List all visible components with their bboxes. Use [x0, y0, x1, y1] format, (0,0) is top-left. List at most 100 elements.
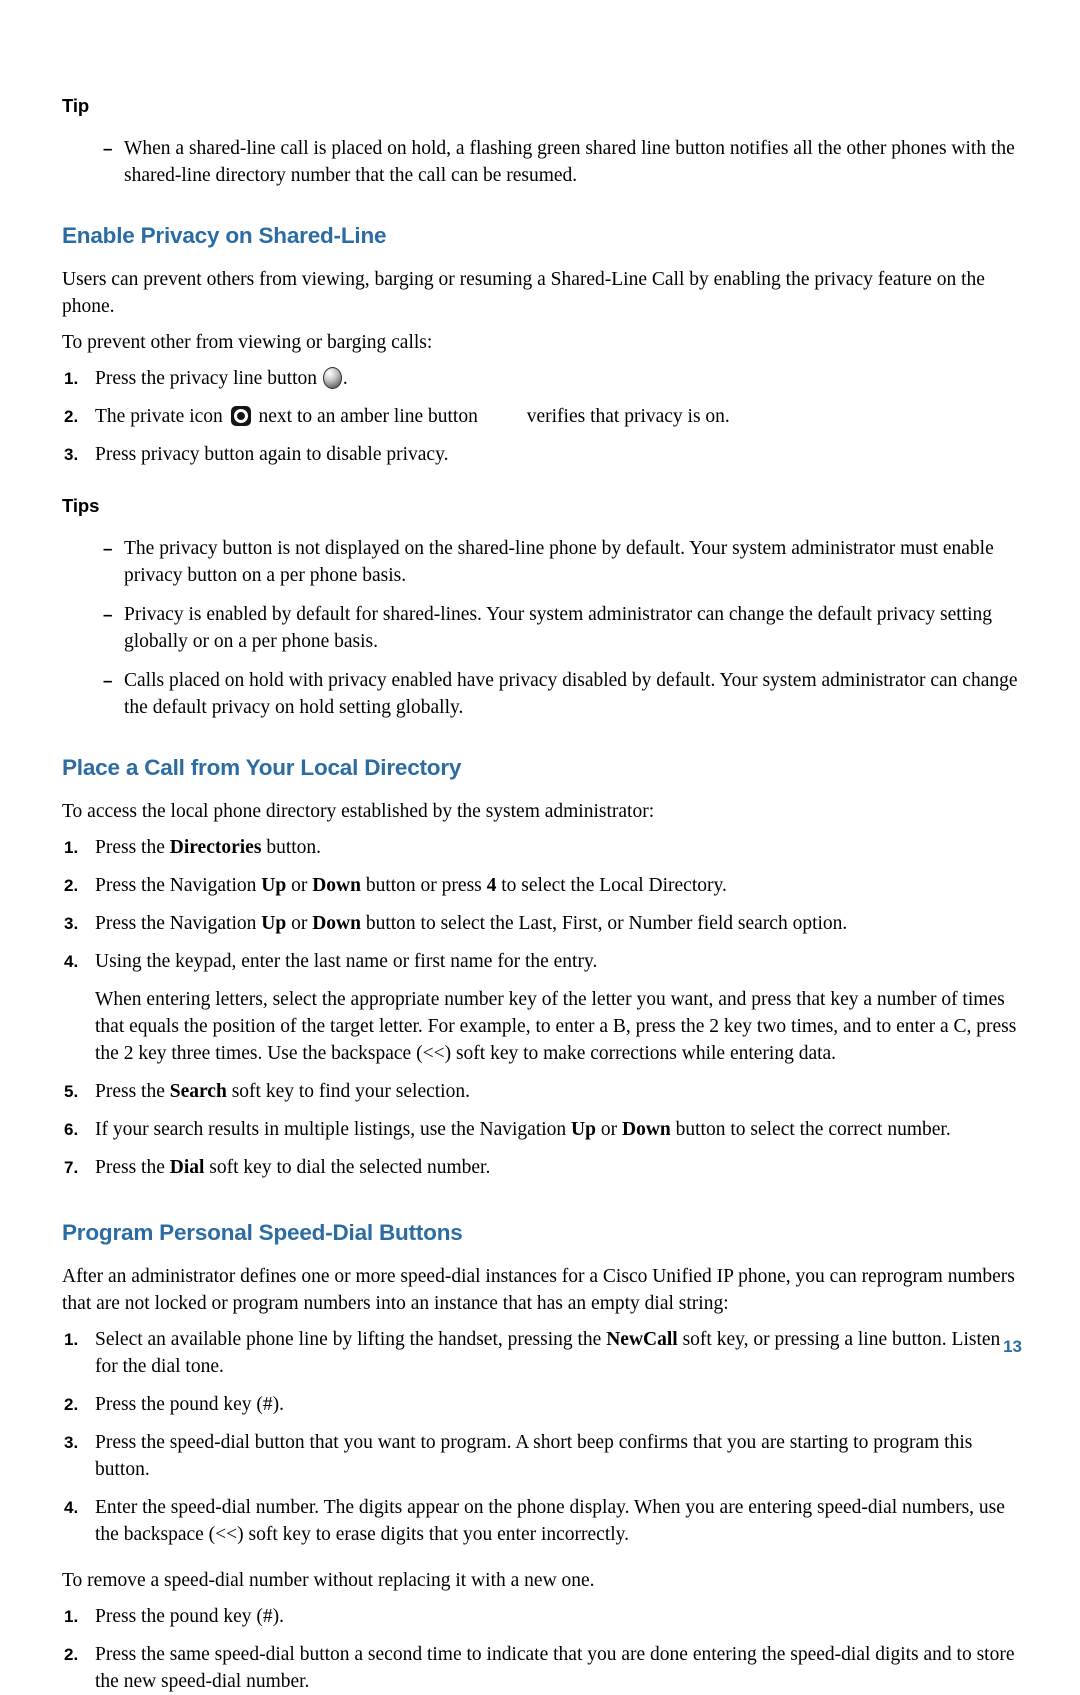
privacy-lead-in: To prevent other from viewing or barging… [62, 332, 433, 353]
privacy-steps: 1. Press the privacy line button . 2. Th… [62, 365, 1022, 468]
emphasis-text: Search [169, 1081, 227, 1102]
page-number: 13 [1003, 1337, 1022, 1356]
step-number: 4. [64, 1498, 79, 1517]
list-item: 2. Press the same speed-dial button a se… [62, 1641, 1022, 1695]
step-text: Press the same speed-dial button a secon… [95, 1644, 1015, 1692]
body-text: button to select the correct number. [670, 1119, 951, 1140]
line-button-icon [322, 367, 342, 389]
step-number: 2. [64, 1395, 79, 1414]
body-text: Press the pound key (#). [95, 1606, 285, 1627]
step-text: Press the pound key (#). [95, 1394, 284, 1415]
body-text: Press the Navigation [95, 913, 262, 934]
step-text: If your search results in multiple listi… [95, 1119, 951, 1140]
list-item: 6. If your search results in multiple li… [62, 1116, 1022, 1143]
section-heading-privacy: Enable Privacy on Shared-Line [62, 223, 387, 248]
body-text: Select an available phone line by liftin… [95, 1329, 607, 1350]
step-number: 2. [64, 407, 79, 426]
emphasis-text: Up [571, 1119, 596, 1140]
body-text: Press the Navigation [95, 875, 262, 896]
body-text: button. [261, 837, 322, 858]
dash-bullet-icon: – [103, 139, 113, 158]
body-text: soft key to dial the selected number. [204, 1157, 491, 1178]
tip-text: Privacy is enabled by default for shared… [124, 604, 993, 652]
tip-text: Calls placed on hold with privacy enable… [124, 670, 1018, 718]
directory-lead-in: To access the local phone directory esta… [62, 801, 655, 822]
step-text: Press the Dial soft key to dial the sele… [95, 1157, 490, 1178]
speeddial-remove-steps: 1. Press the pound key (#). 2. Press the… [62, 1603, 1022, 1695]
body-text: Press the pound key (#). [95, 1394, 285, 1415]
privacy-tips-list: – The privacy button is not displayed on… [62, 535, 1022, 721]
list-item: – Privacy is enabled by default for shar… [62, 601, 1022, 655]
list-item: 2. The private icon next to an amber lin… [62, 403, 1022, 430]
step-text: Enter the speed-dial number. The digits … [95, 1497, 1005, 1545]
list-item: 1. Press the pound key (#). [62, 1603, 1022, 1630]
body-text: button or press [360, 875, 487, 896]
directory-note: When entering letters, select the approp… [95, 989, 1017, 1064]
list-item: 4. Enter the speed-dial number. The digi… [62, 1494, 1022, 1548]
tip-label: Tip [62, 95, 90, 116]
step-number: 3. [64, 445, 79, 464]
body-text: or [595, 1119, 622, 1140]
step-number: 3. [64, 914, 79, 933]
body-text: Enter the speed-dial number. The digits … [95, 1497, 1005, 1545]
step-number: 7. [64, 1158, 79, 1177]
emphasis-text: Dial [169, 1157, 205, 1178]
step-text: The private icon [95, 406, 228, 427]
emphasis-text: Down [312, 913, 361, 934]
directory-steps-cont: 5. Press the Search soft key to find you… [62, 1078, 1022, 1181]
step-number: 1. [64, 1330, 79, 1349]
section-heading-directory: Place a Call from Your Local Directory [62, 755, 462, 780]
privacy-intro: Users can prevent others from viewing, b… [62, 269, 985, 317]
emphasis-text: Up [261, 913, 287, 934]
step-number: 4. [64, 952, 79, 971]
emphasis-text: NewCall [606, 1329, 678, 1350]
step-text: Press the Directories button. [95, 837, 321, 858]
emphasis-text: 4 [486, 875, 497, 896]
step-text: Using the keypad, enter the last name or… [95, 951, 597, 972]
body-text: Press the speed-dial button that you wan… [95, 1432, 973, 1480]
list-item: 3. Press privacy button again to disable… [62, 441, 1022, 468]
step-number: 1. [64, 369, 79, 388]
list-item: – The privacy button is not displayed on… [62, 535, 1022, 589]
list-item: 3. Press the Navigation Up or Down butto… [62, 910, 1022, 937]
step-text-middle: next to an amber line button [253, 406, 483, 427]
list-item: 5. Press the Search soft key to find you… [62, 1078, 1022, 1105]
speeddial-remove-lead-in: To remove a speed-dial number without re… [62, 1570, 595, 1591]
body-text: Press the [95, 1081, 170, 1102]
step-text: Press the Navigation Up or Down button o… [95, 875, 727, 896]
list-item: – When a shared-line call is placed on h… [62, 135, 1022, 189]
list-item: 1. Press the privacy line button . [62, 365, 1022, 392]
section-heading-speeddial: Program Personal Speed-Dial Buttons [62, 1220, 463, 1245]
emphasis-text: Up [261, 875, 287, 896]
dash-bullet-icon: – [103, 605, 113, 624]
step-number: 2. [64, 876, 79, 895]
body-text: Press the same speed-dial button a secon… [95, 1644, 1015, 1692]
step-text-tail: . [342, 368, 348, 389]
step-text-tail: verifies that privacy is on. [526, 406, 730, 427]
tips-label: Tips [62, 495, 100, 516]
step-text: Select an available phone line by liftin… [95, 1329, 1000, 1377]
step-number: 5. [64, 1082, 79, 1101]
step-text: Press privacy button again to disable pr… [95, 444, 449, 465]
body-text: to select the Local Directory. [496, 875, 727, 896]
amber-line-button-icon [483, 407, 527, 425]
directory-steps: 1. Press the Directories button. 2. Pres… [62, 834, 1022, 975]
body-text: button to select the Last, First, or Num… [360, 913, 848, 934]
dash-bullet-icon: – [103, 671, 113, 690]
document-page: Tip – When a shared-line call is placed … [0, 0, 1080, 1692]
step-number: 1. [64, 1607, 79, 1626]
body-text: soft key to find your selection. [226, 1081, 470, 1102]
list-item: 1. Press the Directories button. [62, 834, 1022, 861]
step-number: 6. [64, 1120, 79, 1139]
tip-list: – When a shared-line call is placed on h… [62, 135, 1022, 189]
list-item: 3. Press the speed-dial button that you … [62, 1429, 1022, 1483]
list-item: 4. Using the keypad, enter the last name… [62, 948, 1022, 975]
tip-text: The privacy button is not displayed on t… [124, 538, 994, 586]
step-text: Press the pound key (#). [95, 1606, 284, 1627]
body-text: If your search results in multiple listi… [95, 1119, 572, 1140]
